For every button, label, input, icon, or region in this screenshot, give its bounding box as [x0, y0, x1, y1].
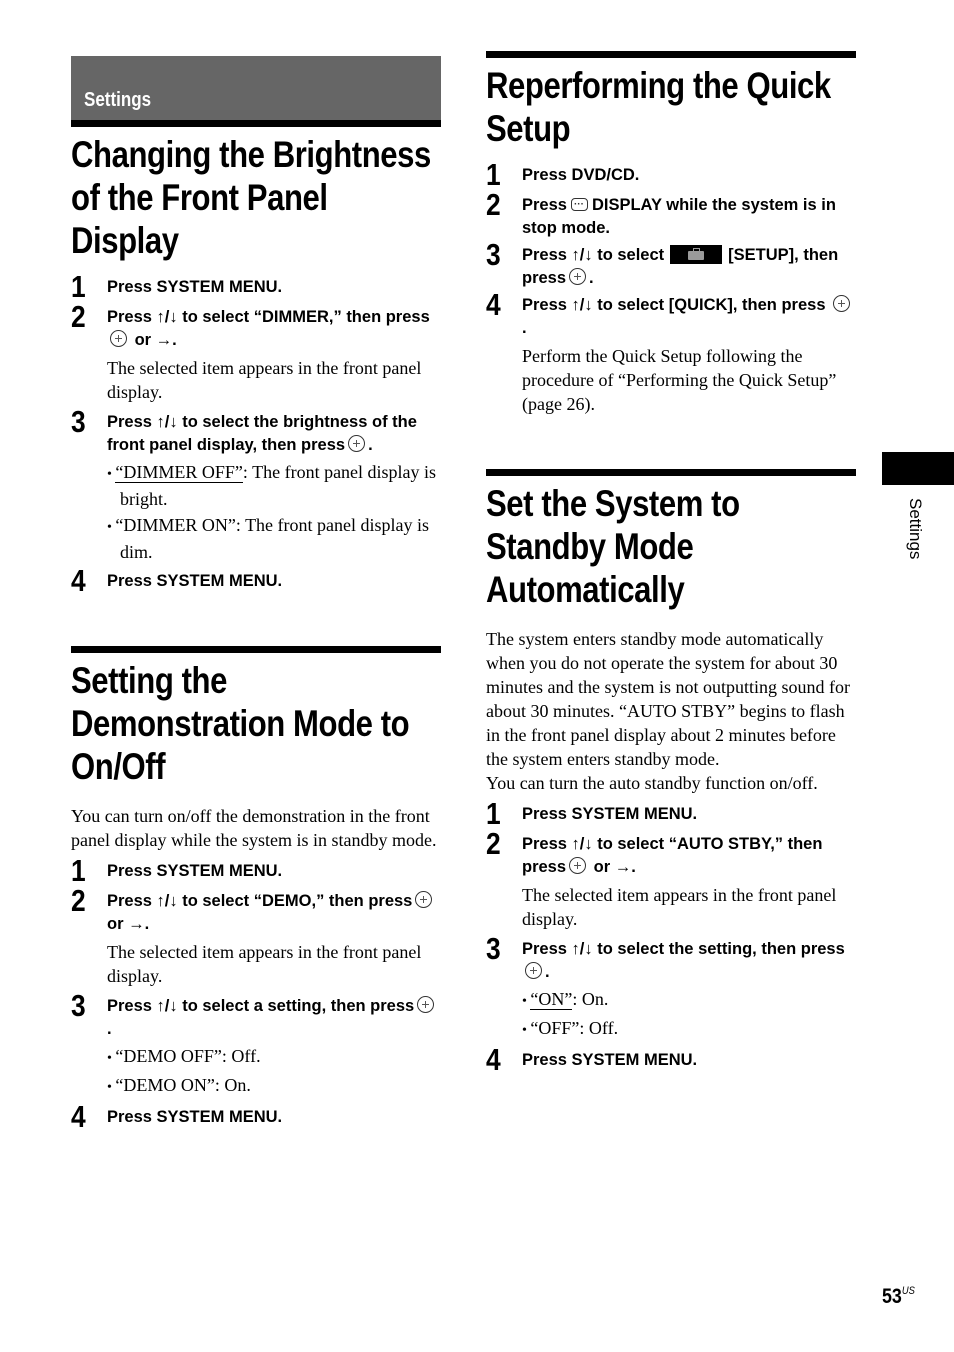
step-text: Press ↑/↓ to select the setting, then pr… [522, 940, 845, 981]
step: 2 Press ↑/↓ to select “DIMMER,” then pre… [71, 299, 441, 407]
step-note: The selected item appears in the front p… [107, 942, 422, 986]
step-text: Press ↑/↓ to select “AUTO STBY,” then pr… [522, 835, 823, 876]
step: 1 Press DVD/CD. [486, 157, 856, 192]
heading-demo: Setting the Demonstration Mode to On/Off [71, 660, 410, 787]
right-column: Reperforming the Quick Setup 1 Press DVD… [486, 51, 856, 1075]
step-number: 2 [486, 187, 501, 222]
page-region-suffix: US [901, 1285, 915, 1297]
step-number: 1 [486, 157, 501, 192]
option-list: “DIMMER OFF”: The front panel display is… [107, 460, 441, 564]
heading-rule [486, 469, 856, 476]
option-item: “OFF”: Off. [522, 1016, 856, 1043]
step-number: 3 [486, 931, 501, 966]
step-text: Press ↑/↓ to select “DEMO,” then press o… [107, 886, 441, 936]
enter-button-icon [348, 435, 366, 452]
step-text: Press SYSTEM MENU. [107, 572, 283, 590]
step: 1 Press SYSTEM MENU. [71, 269, 441, 304]
step: 3 Press ↑/↓ to select the brightness of … [71, 404, 441, 566]
step-text: Press ↑/↓ to select [SETUP], then press. [522, 245, 839, 287]
step-text: PressDISPLAY while the system is in stop… [522, 190, 856, 240]
heading-rule [71, 646, 441, 653]
step-text: Press SYSTEM MENU. [522, 805, 698, 823]
step-number: 1 [71, 269, 86, 304]
enter-button-icon [833, 295, 851, 312]
step: 4 Press SYSTEM MENU. [71, 563, 441, 598]
step-number: 2 [486, 826, 501, 861]
enter-button-icon [110, 330, 127, 347]
page-number: 53US [882, 1285, 915, 1308]
option-item: “DIMMER ON”: The front panel display is … [107, 513, 441, 564]
step-text: Press SYSTEM MENU. [522, 1051, 698, 1069]
left-column: Settings Changing the Brightness of the … [71, 56, 441, 1132]
step: 1 Press SYSTEM MENU. [486, 796, 856, 831]
step: 2 PressDISPLAY while the system is in st… [486, 187, 856, 240]
step-note: The selected item appears in the front p… [522, 885, 837, 929]
intro-text: You can turn on/off the demonstration in… [71, 806, 437, 850]
step-text: Press ↑/↓ to select [QUICK], then press … [522, 290, 856, 340]
step-text: Press SYSTEM MENU. [107, 278, 283, 296]
heading-standby: Set the System to Standby Mode Automatic… [486, 483, 740, 610]
step-number: 2 [71, 299, 86, 334]
step-text: Press ↑/↓ to select the brightness of th… [107, 413, 417, 454]
step-number: 4 [71, 1099, 86, 1134]
intro-text: The system enters standby mode automatic… [486, 629, 850, 769]
option-item: “DEMO ON”: On. [107, 1073, 441, 1100]
section-banner: Settings [71, 56, 441, 120]
step-number: 2 [71, 883, 86, 918]
option-list: “ON”: On. “OFF”: Off. [522, 987, 856, 1043]
step: 3 Press ↑/↓ to select a setting, then pr… [71, 988, 441, 1102]
heading-rule [486, 51, 856, 58]
enter-button-icon [569, 857, 587, 874]
toolbox-setup-icon [670, 245, 723, 264]
option-item: “ON”: On. [522, 987, 856, 1014]
step-text: Press ↑/↓ to select “DIMMER,” then press… [107, 308, 430, 349]
heading-rule [71, 120, 441, 127]
step-note: The selected item appears in the front p… [107, 358, 422, 402]
chapter-tab-label: Settings [906, 498, 925, 560]
step-number: 4 [486, 1042, 501, 1077]
enter-button-icon [525, 962, 542, 979]
heading-brightness: Changing the Brightness of the Front Pan… [71, 134, 431, 261]
step: 4 Press SYSTEM MENU. [486, 1042, 856, 1077]
option-item: “DIMMER OFF”: The front panel display is… [107, 460, 441, 511]
intro-text: You can turn the auto standby function o… [486, 773, 818, 793]
step-note: Perform the Quick Setup following the pr… [522, 346, 837, 414]
option-list: “DEMO OFF”: Off. “DEMO ON”: On. [107, 1044, 441, 1100]
heading-quick-setup: Reperforming the Quick Setup [486, 65, 831, 149]
option-item: “DEMO OFF”: Off. [107, 1044, 441, 1071]
step-number: 3 [71, 988, 86, 1023]
step-number: 1 [486, 796, 501, 831]
step-number: 3 [486, 237, 501, 272]
step: 3 Press ↑/↓ to select [SETUP], then press… [486, 237, 856, 290]
step: 4 Press ↑/↓ to select [QUICK], then pres… [486, 287, 856, 419]
step: 2 Press ↑/↓ to select “AUTO STBY,” then … [486, 826, 856, 934]
step-number: 1 [71, 853, 86, 888]
step-number: 4 [486, 287, 501, 322]
step: 4 Press SYSTEM MENU. [71, 1099, 441, 1134]
step-number: 4 [71, 563, 86, 598]
step: 1 Press SYSTEM MENU. [71, 853, 441, 888]
enter-button-icon [415, 891, 433, 908]
step-text: Press DVD/CD. [522, 166, 640, 184]
step: 2 Press ↑/↓ to select “DEMO,” then press… [71, 883, 441, 991]
section-label: Settings [84, 89, 152, 111]
step-text: Press SYSTEM MENU. [107, 1108, 283, 1126]
enter-button-icon [417, 996, 435, 1013]
enter-button-icon [569, 268, 587, 285]
step-text: Press ↑/↓ to select a setting, then pres… [107, 991, 441, 1041]
step-text: Press SYSTEM MENU. [107, 862, 283, 880]
step: 3 Press ↑/↓ to select the setting, then … [486, 931, 856, 1045]
chapter-tab-marker [882, 452, 954, 485]
display-button-icon [570, 193, 588, 216]
step-number: 3 [71, 404, 86, 439]
